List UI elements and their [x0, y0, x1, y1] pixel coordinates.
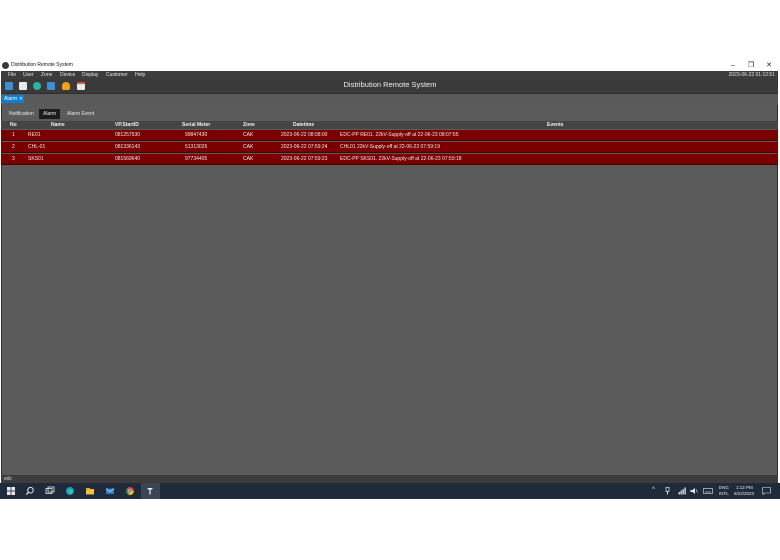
search-icon[interactable]	[25, 486, 35, 496]
menu-user[interactable]: User	[23, 71, 34, 79]
taskbar-time[interactable]: 1:12 PM	[736, 485, 753, 490]
cell-zone: CAK	[243, 144, 254, 150]
column-header-vp-startid[interactable]: VP.StartID	[115, 121, 139, 129]
column-header-events[interactable]: Events	[547, 121, 563, 129]
column-header-datetime[interactable]: Datetime	[293, 121, 314, 129]
tab-alarm-label: Alarm	[4, 96, 18, 102]
menu-zone[interactable]: Zone	[41, 71, 52, 79]
edge-browser-icon[interactable]	[65, 486, 75, 496]
taskbar: ^ ENG INTL 1:12 PM 6/22/2023	[0, 483, 780, 499]
cell-events: CHL01 22kV-Supply-off at 22-06-23 07:59:…	[340, 144, 440, 150]
cell-no: 2	[12, 144, 15, 150]
input-layout[interactable]: INTL	[719, 491, 729, 496]
cell-events: EDC-PP RE01. 22kV-Supply-off at 22-06-23…	[340, 132, 459, 138]
chrome-icon[interactable]	[125, 486, 135, 496]
menu-bar: File User Zone Device Display Customer H…	[1, 71, 778, 79]
cell-datetime: 2023-06-22 07:59:23	[281, 156, 328, 162]
volume-icon[interactable]	[690, 487, 698, 495]
cell-datetime: 2023-06-22 08:08:00	[281, 132, 328, 138]
input-language[interactable]: ENG	[719, 485, 729, 490]
table-row[interactable]: 1 RE01 081257530 99847430 CAK 2023-06-22…	[1, 130, 778, 141]
cell-no: 3	[12, 156, 15, 162]
cell-events: EDC-PP SKS01. 22kV-Supply-off at 22-06-2…	[340, 156, 462, 162]
taskbar-date[interactable]: 6/22/2023	[734, 491, 754, 496]
system-clock: 2023-06-22 01:12:51	[728, 72, 775, 78]
cell-zone: CAK	[243, 156, 254, 162]
maximize-button[interactable]: ❐	[742, 61, 760, 71]
column-header-no[interactable]: No	[10, 121, 17, 129]
column-header-name[interactable]: Name	[51, 121, 65, 129]
app-icon	[147, 488, 153, 495]
active-app-button[interactable]	[141, 483, 160, 499]
document-icon[interactable]	[19, 82, 27, 90]
subtab-alarm[interactable]: Alarm	[39, 109, 61, 119]
network-icon[interactable]	[678, 487, 686, 495]
usb-icon[interactable]	[664, 487, 671, 495]
mail-icon[interactable]	[105, 486, 115, 496]
cell-zone: CAK	[243, 132, 254, 138]
calendar-icon[interactable]	[77, 82, 85, 90]
cell-no: 1	[12, 132, 15, 138]
subtab-alarm-event[interactable]: Alarm Event	[63, 109, 98, 119]
column-header-serial-meter[interactable]: Serial Meter	[182, 121, 210, 129]
menu-display[interactable]: Display	[82, 71, 98, 79]
keyboard-icon[interactable]	[703, 487, 713, 495]
cell-name: SKS01	[28, 156, 44, 162]
bell-icon[interactable]	[62, 82, 70, 90]
windows-start-icon[interactable]	[6, 486, 16, 496]
notification-icon[interactable]	[762, 487, 771, 495]
file-explorer-icon[interactable]	[85, 486, 95, 496]
menu-help[interactable]: Help	[135, 71, 145, 79]
cell-serial-meter: 97734405	[185, 156, 208, 162]
monitor-icon[interactable]	[5, 82, 13, 90]
app-icon	[2, 62, 9, 69]
cell-datetime: 2023-06-22 07:59:24	[281, 144, 328, 150]
column-header-zone[interactable]: Zone	[243, 121, 255, 129]
cell-serial-meter: 51313026	[185, 144, 208, 150]
network-icon[interactable]	[33, 82, 41, 90]
cell-serial-meter: 99847430	[185, 132, 208, 138]
task-view-icon[interactable]	[45, 486, 55, 496]
window-title: Distribution Remote System	[11, 62, 73, 68]
status-bar: edc	[1, 475, 778, 483]
window-title-bar	[0, 61, 780, 71]
close-icon[interactable]: ✕	[19, 95, 23, 103]
table-row[interactable]: 2 CHL-01 081336143 51313026 CAK 2023-06-…	[1, 142, 778, 153]
subtab-notification[interactable]: Notification	[5, 109, 38, 119]
minimize-button[interactable]: –	[724, 61, 742, 71]
page-title: Distribution Remote System	[343, 80, 437, 89]
cell-vp-startid: 081336143	[115, 144, 141, 150]
cell-vp-startid: 081257530	[115, 132, 141, 138]
menu-customer[interactable]: Customer	[106, 71, 128, 79]
cell-name: CHL-01	[28, 144, 46, 150]
menu-device[interactable]: Device	[60, 71, 75, 79]
cell-vp-startid: 081569640	[115, 156, 141, 162]
list-icon[interactable]	[47, 82, 55, 90]
table-row[interactable]: 3 SKS01 081569640 97734405 CAK 2023-06-2…	[1, 154, 778, 165]
table-header: No Name VP.StartID Serial Meter Zone Dat…	[1, 121, 778, 129]
close-window-button[interactable]: ✕	[760, 61, 778, 71]
chevron-up-icon[interactable]: ^	[652, 487, 655, 493]
tab-alarm[interactable]: Alarm ✕	[2, 95, 24, 103]
menu-file[interactable]: File	[8, 71, 16, 79]
cell-name: RE01	[28, 132, 41, 138]
